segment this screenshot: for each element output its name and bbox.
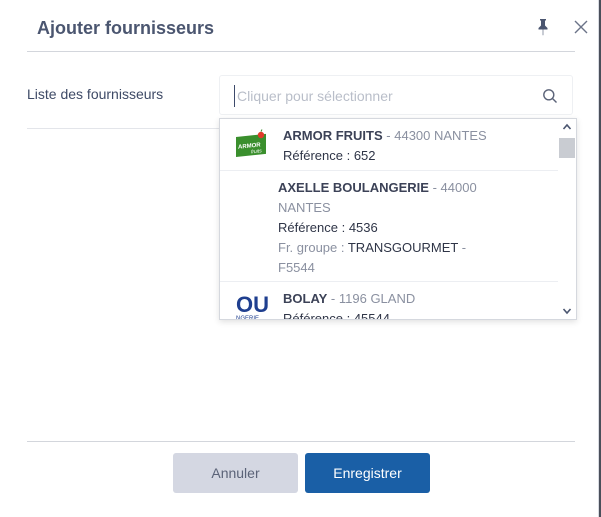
supplier-location: 44000 xyxy=(440,180,477,195)
chevron-down-icon[interactable] xyxy=(562,306,572,316)
pin-button[interactable] xyxy=(533,17,553,37)
pin-icon xyxy=(538,19,548,36)
cancel-button[interactable]: Annuler xyxy=(173,453,298,493)
supplier-list: ARMOR fruits ARMOR FRUITS - 44300 NANTES… xyxy=(220,119,558,319)
supplier-option-armor-fruits[interactable]: ARMOR fruits ARMOR FRUITS - 44300 NANTES… xyxy=(220,119,558,171)
close-icon xyxy=(574,20,588,34)
add-suppliers-dialog: Ajouter fournisseurs Liste des fournisse… xyxy=(0,0,599,517)
save-button[interactable]: Enregistrer xyxy=(305,453,430,493)
supplier-name: BOLAY xyxy=(283,291,328,306)
supplier-reference: 652 xyxy=(353,148,376,163)
armor-fruits-logo: ARMOR fruits xyxy=(236,129,270,159)
supplier-search-input[interactable] xyxy=(234,85,534,107)
svg-text:OU: OU xyxy=(236,292,269,317)
supplier-select[interactable] xyxy=(219,75,573,115)
supplier-dropdown: ARMOR fruits ARMOR FRUITS - 44300 NANTES… xyxy=(219,118,577,320)
supplier-reference: 45544 xyxy=(353,311,390,319)
supplier-group-code: F5544 xyxy=(278,260,315,275)
close-button[interactable] xyxy=(571,17,591,37)
suppliers-list-label: Liste des fournisseurs xyxy=(27,86,164,102)
supplier-location: 1196 GLAND xyxy=(338,291,416,306)
chevron-up-icon[interactable] xyxy=(562,122,572,132)
supplier-option-axelle-boulangerie[interactable]: AXELLE BOULANGERIE - 44000 NANTES Référe… xyxy=(220,171,558,282)
supplier-group: Fr. groupe : TRANSGOURMET - xyxy=(278,240,467,255)
footer-divider xyxy=(27,441,575,442)
scrollbar-thumb[interactable] xyxy=(559,138,575,158)
dropdown-scrollbar[interactable] xyxy=(558,119,576,319)
supplier-location: 44300 NANTES xyxy=(394,128,487,143)
dialog-title: Ajouter fournisseurs xyxy=(37,18,215,38)
header-divider xyxy=(27,51,575,52)
dialog-header: Ajouter fournisseurs xyxy=(0,0,598,52)
field-divider xyxy=(27,128,219,129)
supplier-reference: 4536 xyxy=(348,220,378,235)
svg-text:fruits: fruits xyxy=(251,148,262,155)
supplier-name: ARMOR FRUITS xyxy=(283,128,383,143)
supplier-name: AXELLE BOULANGERIE xyxy=(278,180,429,195)
supplier-option-bolay[interactable]: OU NGERIE BOLAY - 1196 GLAND Référence :… xyxy=(220,282,558,319)
svg-text:NGERIE: NGERIE xyxy=(236,316,259,319)
search-icon[interactable] xyxy=(542,88,558,104)
bolay-logo: OU NGERIE xyxy=(236,290,270,319)
